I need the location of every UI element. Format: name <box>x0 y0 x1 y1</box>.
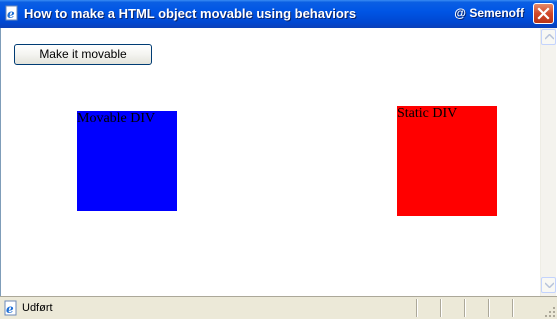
browser-window: e How to make a HTML object movable usin… <box>0 0 557 319</box>
status-divider <box>488 299 490 317</box>
resize-grip-icon[interactable] <box>544 306 556 318</box>
status-divider <box>464 299 466 317</box>
ie-page-icon[interactable]: e <box>4 5 20 21</box>
svg-text:e: e <box>7 7 15 21</box>
title-author: @ Semenoff <box>454 6 524 20</box>
close-icon <box>537 7 550 20</box>
status-divider <box>416 299 418 317</box>
scroll-up-arrow-icon <box>545 34 554 40</box>
status-bar: e Udført <box>0 296 557 319</box>
window-title: How to make a HTML object movable using … <box>24 6 357 21</box>
vertical-scrollbar[interactable] <box>540 28 556 296</box>
status-divider <box>440 299 442 317</box>
status-divider <box>512 299 514 317</box>
movable-div[interactable]: Movable DIV <box>77 111 177 211</box>
page-content: Make it movable Movable DIV Static DIV <box>0 28 557 296</box>
make-movable-button[interactable]: Make it movable <box>14 44 152 65</box>
title-bar[interactable]: e How to make a HTML object movable usin… <box>0 0 557 28</box>
close-button[interactable] <box>533 3 554 24</box>
scroll-down-button[interactable] <box>541 277 556 293</box>
scroll-down-arrow-icon <box>545 282 554 288</box>
svg-text:e: e <box>6 302 14 316</box>
status-text: Udført <box>22 302 53 314</box>
ie-page-icon: e <box>3 300 19 316</box>
static-div: Static DIV <box>397 106 497 216</box>
scroll-up-button[interactable] <box>541 29 556 45</box>
